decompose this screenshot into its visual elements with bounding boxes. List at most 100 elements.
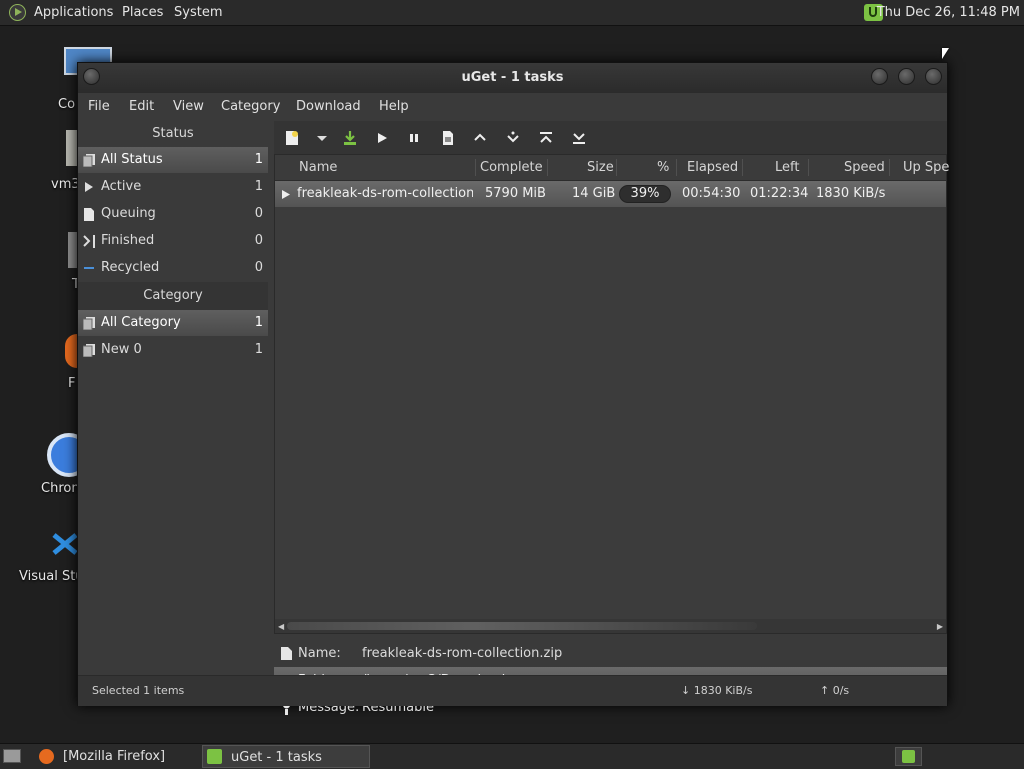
task-uget[interactable]: uGet - 1 tasks (202, 745, 370, 768)
menu-category[interactable]: Category (221, 93, 280, 121)
main-pane: Name Complete Size % Elapsed Left Speed … (274, 121, 949, 715)
toolbar (274, 121, 947, 154)
sidebar-item-count: 1 (254, 315, 263, 330)
col-complete[interactable]: Complete (480, 155, 543, 180)
table-row[interactable]: freakleak-ds-rom-collection. 5790 MiB 14… (275, 181, 946, 207)
properties-icon[interactable] (440, 130, 456, 146)
mint-menu-icon[interactable] (9, 4, 26, 21)
list-header: Name Complete Size % Elapsed Left Speed … (275, 155, 949, 181)
new-download-icon[interactable] (284, 130, 300, 146)
sidebar-item-recycled[interactable]: Recycled 0 (78, 255, 268, 281)
download-icon[interactable] (342, 130, 358, 146)
cell-percent: 39% (630, 186, 660, 201)
firefox-icon[interactable] (65, 334, 77, 368)
maximize-button[interactable] (898, 68, 915, 85)
sidebar-item-label: All Category (101, 315, 181, 330)
sidebar-item-count: 1 (254, 179, 263, 194)
sidebar-item-queuing[interactable]: Queuing 0 (78, 201, 268, 227)
dropdown-arrow-icon[interactable] (314, 130, 330, 146)
expand-arrow-icon[interactable] (282, 190, 290, 199)
horizontal-scrollbar[interactable]: ◀ ▶ (275, 619, 946, 633)
scroll-right-icon[interactable]: ▶ (937, 622, 943, 631)
uget-workspace-icon (902, 750, 915, 763)
col-left[interactable]: Left (775, 155, 799, 180)
status-bar: Selected 1 items ↓ 1830 KiB/s ↑ 0/s (78, 675, 947, 706)
col-name[interactable]: Name (299, 155, 337, 180)
sidebar-item-active[interactable]: Active 1 (78, 174, 268, 200)
category-header: Category (78, 282, 268, 310)
menu-help[interactable]: Help (379, 93, 409, 121)
sidebar-item-count: 0 (254, 206, 263, 221)
status-selected: Selected 1 items (92, 684, 185, 697)
minimize-button[interactable] (871, 68, 888, 85)
places-menu[interactable]: Places (122, 0, 163, 25)
close-button[interactable] (925, 68, 942, 85)
col-speed[interactable]: Speed (844, 155, 885, 180)
sidebar-item-all-category[interactable]: All Category 1 (78, 310, 268, 336)
detail-name-row: Name: freakleak-ds-rom-collection.zip (274, 640, 947, 667)
status-header: Status (152, 126, 194, 141)
cell-name: freakleak-ds-rom-collection. (297, 186, 473, 201)
taskbar: [Mozilla Firefox] uGet - 1 tasks (0, 743, 1024, 769)
cell-speed: 1830 KiB/s (816, 186, 886, 201)
sidebar-item-count: 1 (254, 342, 263, 357)
scrollbar-thumb[interactable] (287, 622, 757, 630)
menu-edit[interactable]: Edit (129, 93, 154, 121)
desktop-label-home[interactable]: vm3 (51, 177, 80, 192)
start-icon[interactable] (374, 130, 390, 146)
title-bar[interactable]: uGet - 1 tasks (78, 63, 947, 93)
sidebar-item-label: Finished (101, 233, 155, 248)
sidebar-item-label: Active (101, 179, 142, 194)
cell-size: 14 GiB (572, 186, 616, 201)
menu-bar: File Edit View Category Download Help (78, 93, 947, 121)
show-desktop-icon[interactable] (3, 749, 21, 763)
category-icon (83, 344, 95, 357)
move-up-icon[interactable] (472, 130, 488, 146)
desktop-label-firefox[interactable]: F (68, 376, 75, 391)
sidebar-item-label: New 0 (101, 342, 142, 357)
cell-left: 01:22:34 (750, 186, 809, 201)
progress-pill: 39% (619, 185, 671, 203)
menu-download[interactable]: Download (296, 93, 361, 121)
desktop-label-vscode[interactable]: Visual Stu (19, 569, 84, 584)
menu-view[interactable]: View (173, 93, 204, 121)
move-down-icon[interactable] (505, 130, 521, 146)
task-firefox[interactable]: [Mozilla Firefox] (36, 745, 196, 768)
applications-menu[interactable]: Applications (34, 0, 113, 25)
system-menu[interactable]: System (174, 0, 222, 25)
download-list: Name Complete Size % Elapsed Left Speed … (274, 154, 949, 634)
play-icon (85, 182, 93, 192)
cell-elapsed: 00:54:30 (682, 186, 741, 201)
cell-complete: 5790 MiB (485, 186, 546, 201)
desktop-label-computer[interactable]: Co (58, 97, 75, 112)
vscode-icon[interactable] (52, 531, 78, 557)
all-category-icon (83, 317, 95, 330)
menu-file[interactable]: File (88, 93, 110, 121)
sidebar-item-label: Recycled (101, 260, 160, 275)
sidebar-item-new-0[interactable]: New 0 1 (78, 337, 268, 363)
detail-name-value: freakleak-ds-rom-collection.zip (362, 646, 563, 661)
col-up-speed[interactable]: Up Spe (903, 155, 949, 180)
move-top-icon[interactable] (538, 130, 554, 146)
sidebar-item-count: 1 (254, 152, 263, 167)
sidebar-item-count: 0 (254, 260, 263, 275)
status-up-speed: ↑ 0/s (820, 684, 850, 697)
window-title: uGet - 1 tasks (461, 70, 564, 85)
desktop-label-chrome[interactable]: Chron (41, 481, 80, 496)
status-down-speed: ↓ 1830 KiB/s (681, 684, 753, 697)
top-panel: Applications Places System Thu Dec 26, 1… (0, 0, 1024, 26)
col-percent[interactable]: % (657, 155, 669, 180)
scroll-left-icon[interactable]: ◀ (278, 622, 284, 631)
mouse-cursor-icon (942, 48, 949, 59)
sidebar-item-finished[interactable]: Finished 0 (78, 228, 268, 254)
minus-icon (84, 267, 94, 269)
pause-icon[interactable] (406, 130, 422, 146)
sidebar-item-label: Queuing (101, 206, 156, 221)
col-elapsed[interactable]: Elapsed (687, 155, 738, 180)
move-bottom-icon[interactable] (571, 130, 587, 146)
clock[interactable]: Thu Dec 26, 11:48 PM (877, 0, 1020, 25)
col-size[interactable]: Size (587, 155, 614, 180)
sidebar-item-all-status[interactable]: All Status 1 (78, 147, 268, 173)
task-label: uGet - 1 tasks (231, 750, 322, 765)
workspace-switcher[interactable] (895, 747, 922, 766)
